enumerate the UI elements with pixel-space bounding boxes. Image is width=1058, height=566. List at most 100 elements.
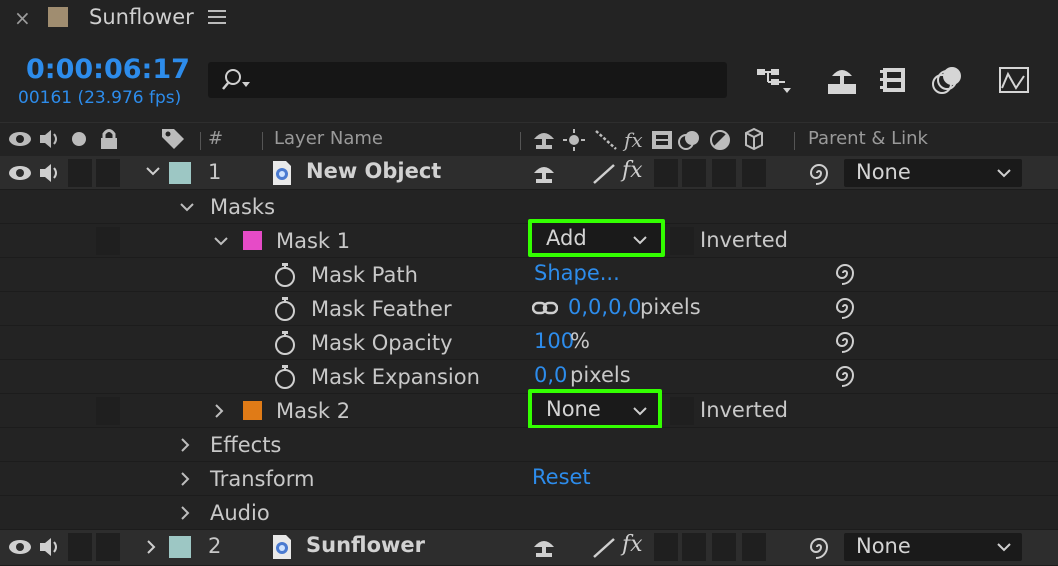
parent-dropdown-value: None bbox=[856, 534, 911, 558]
adjustment-switch[interactable] bbox=[712, 159, 736, 187]
audio-toggle-icon[interactable] bbox=[38, 535, 62, 563]
3d-layer-switch[interactable] bbox=[742, 533, 766, 561]
mask-opacity-unit: % bbox=[570, 329, 590, 353]
stopwatch-icon[interactable] bbox=[272, 262, 298, 292]
mask-2-expand-chevron[interactable] bbox=[210, 402, 228, 424]
mask-1-mode-value: Add bbox=[546, 226, 587, 250]
shy-switch-icon[interactable] bbox=[532, 161, 556, 189]
search-input[interactable] bbox=[258, 66, 718, 94]
layer-row-2[interactable]: 2 Sunflower fx None bbox=[0, 530, 1058, 566]
index-column-header: # bbox=[208, 128, 224, 149]
parent-dropdown-value: None bbox=[856, 160, 911, 184]
effects-group-row[interactable]: Effects bbox=[0, 428, 1058, 462]
video-visibility-icon[interactable] bbox=[8, 163, 32, 187]
pick-whip-icon[interactable] bbox=[806, 534, 832, 564]
layer-expand-chevron[interactable] bbox=[144, 162, 162, 184]
mask-2-lock-switch[interactable] bbox=[96, 397, 120, 425]
quality-switch-icon[interactable] bbox=[592, 537, 616, 563]
solo-switch[interactable] bbox=[68, 159, 92, 187]
3d-layer-switch[interactable] bbox=[742, 159, 766, 187]
draft-3d-icon[interactable] bbox=[826, 64, 858, 100]
mask-1-color-swatch[interactable] bbox=[243, 231, 262, 250]
frame-blending-icon[interactable] bbox=[879, 64, 911, 100]
layer-row-1[interactable]: 1 New Object fx None bbox=[0, 156, 1058, 190]
layer-name[interactable]: Sunflower bbox=[306, 533, 425, 557]
stopwatch-icon[interactable] bbox=[272, 296, 298, 326]
mask-path-value[interactable]: Shape... bbox=[534, 261, 620, 285]
quality-switch-icon[interactable] bbox=[592, 163, 616, 189]
mask-1-expand-chevron[interactable] bbox=[212, 232, 230, 254]
graph-editor-icon[interactable] bbox=[998, 64, 1030, 100]
mask-2-color-swatch[interactable] bbox=[243, 401, 262, 420]
layer-index: 2 bbox=[208, 534, 222, 558]
mask-feather-row[interactable]: Mask Feather 0,0,0,0 pixels bbox=[0, 292, 1058, 326]
mask-expansion-unit: pixels bbox=[570, 363, 631, 387]
mask-1-row[interactable]: Mask 1 Add Inverted bbox=[0, 219, 1058, 258]
pick-whip-icon[interactable] bbox=[806, 160, 832, 190]
stopwatch-icon[interactable] bbox=[272, 364, 298, 394]
mask-2-mode-dropdown[interactable]: None bbox=[528, 389, 662, 429]
composition-tab-title[interactable]: Sunflower bbox=[89, 5, 194, 29]
mask-1-inverted-checkbox[interactable] bbox=[670, 227, 694, 255]
effects-switch-icon[interactable]: fx bbox=[622, 532, 643, 557]
layer-name-column-header[interactable]: Layer Name bbox=[274, 128, 383, 149]
chevron-down-icon bbox=[996, 165, 1012, 185]
footage-file-icon bbox=[272, 534, 292, 564]
effects-expand-chevron[interactable] bbox=[176, 436, 194, 458]
footage-file-icon bbox=[272, 160, 292, 190]
layer-label-color[interactable] bbox=[169, 536, 191, 558]
panel-tab-bar: × Sunflower bbox=[0, 0, 1058, 36]
mask-2-name[interactable]: Mask 2 bbox=[276, 399, 350, 423]
current-timecode[interactable]: 0:00:06:17 bbox=[26, 54, 190, 85]
pick-whip-icon[interactable] bbox=[832, 328, 858, 358]
pick-whip-icon[interactable] bbox=[832, 294, 858, 324]
lock-switch[interactable] bbox=[96, 159, 120, 187]
stopwatch-icon[interactable] bbox=[272, 330, 298, 360]
transform-reset-link[interactable]: Reset bbox=[532, 465, 591, 489]
transform-expand-chevron[interactable] bbox=[176, 470, 194, 492]
composition-flowchart-icon[interactable] bbox=[757, 66, 793, 100]
frame-blend-switch[interactable] bbox=[654, 533, 678, 561]
constrain-proportions-link-icon[interactable] bbox=[531, 300, 559, 320]
search-field[interactable] bbox=[208, 62, 727, 98]
mask-2-row[interactable]: Mask 2 None Inverted bbox=[0, 389, 1058, 429]
panel-menu-icon[interactable] bbox=[208, 9, 226, 25]
mask-path-label: Mask Path bbox=[311, 263, 418, 287]
mask-expansion-value[interactable]: 0,0 bbox=[534, 363, 567, 387]
lock-switch[interactable] bbox=[96, 533, 120, 561]
audio-toggle-icon[interactable] bbox=[38, 161, 62, 189]
transform-group-row[interactable]: Transform Reset bbox=[0, 462, 1058, 496]
adjustment-switch[interactable] bbox=[712, 533, 736, 561]
search-icon[interactable] bbox=[222, 68, 252, 96]
mask-1-mode-dropdown[interactable]: Add bbox=[528, 219, 665, 257]
mask-1-lock-switch[interactable] bbox=[96, 227, 120, 255]
mask-1-name[interactable]: Mask 1 bbox=[276, 229, 350, 253]
solo-switch[interactable] bbox=[68, 533, 92, 561]
motion-blur-switch[interactable] bbox=[682, 159, 706, 187]
layer-expand-chevron[interactable] bbox=[142, 538, 160, 560]
masks-expand-chevron[interactable] bbox=[178, 198, 196, 220]
parent-dropdown[interactable]: None bbox=[844, 533, 1022, 561]
audio-group-row[interactable]: Audio bbox=[0, 496, 1058, 530]
layer-name[interactable]: New Object bbox=[306, 159, 441, 183]
mask-2-inverted-checkbox[interactable] bbox=[670, 397, 694, 425]
mask-path-row[interactable]: Mask Path Shape... bbox=[0, 258, 1058, 292]
effects-switch-icon[interactable]: fx bbox=[622, 158, 643, 183]
video-visibility-icon[interactable] bbox=[8, 537, 32, 561]
motion-blur-icon[interactable] bbox=[930, 64, 964, 100]
switches-header-icons: fx bbox=[532, 127, 772, 157]
layer-label-color[interactable] bbox=[169, 162, 191, 184]
frame-blend-switch[interactable] bbox=[654, 159, 678, 187]
motion-blur-switch[interactable] bbox=[682, 533, 706, 561]
pick-whip-icon[interactable] bbox=[832, 362, 858, 392]
shy-switch-icon[interactable] bbox=[532, 535, 556, 563]
chevron-down-icon bbox=[632, 232, 648, 252]
pick-whip-icon[interactable] bbox=[832, 260, 858, 290]
mask-opacity-label: Mask Opacity bbox=[311, 331, 453, 355]
mask-opacity-value[interactable]: 100 bbox=[534, 329, 574, 353]
audio-expand-chevron[interactable] bbox=[176, 504, 194, 526]
parent-dropdown[interactable]: None bbox=[844, 159, 1022, 187]
close-icon[interactable]: × bbox=[14, 6, 31, 30]
mask-feather-value[interactable]: 0,0,0,0 bbox=[568, 295, 641, 319]
mask-opacity-row[interactable]: Mask Opacity 100 % bbox=[0, 326, 1058, 360]
